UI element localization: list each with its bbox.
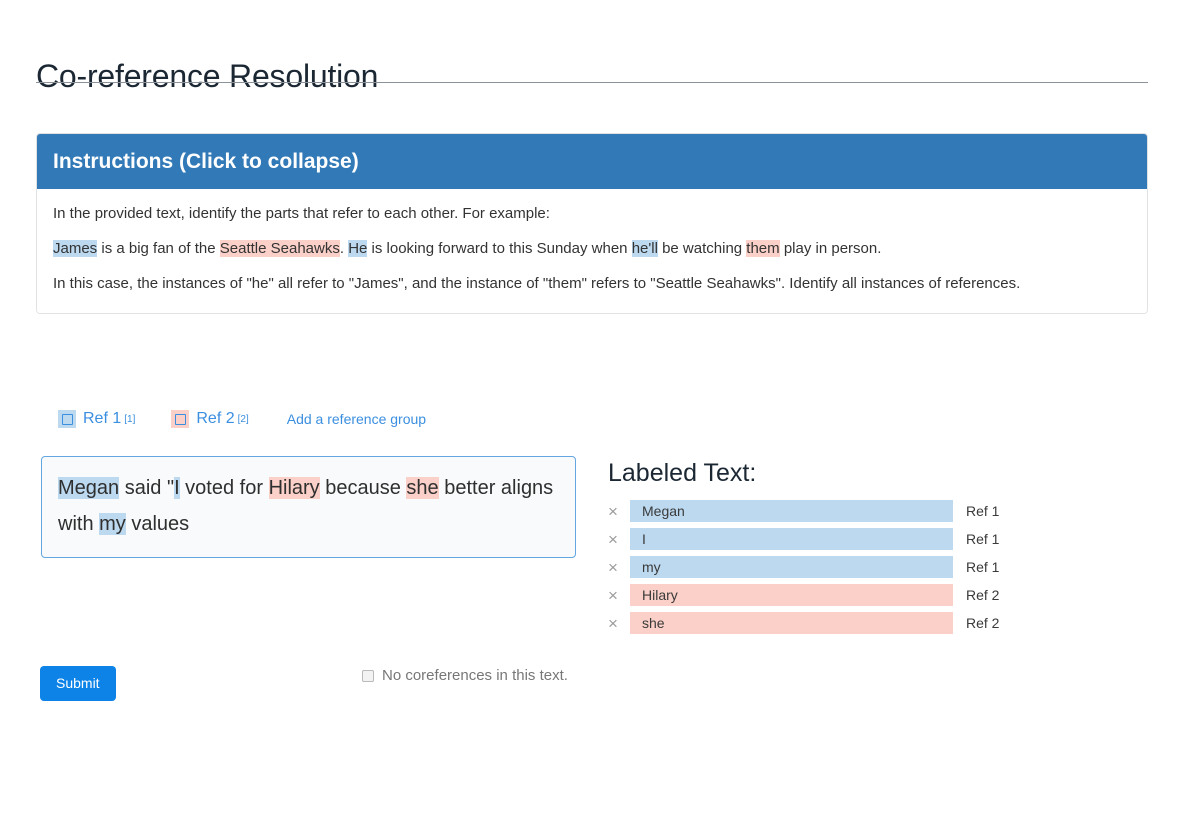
annotation-highlight-blue[interactable]: my <box>99 513 126 536</box>
example-highlight-blue[interactable]: He <box>348 239 368 257</box>
instructions-panel: Instructions (Click to collapse) In the … <box>36 133 1148 315</box>
instructions-conclusion: In this case, the instances of "he" all … <box>53 274 1021 292</box>
remove-label-icon[interactable]: × <box>608 531 630 548</box>
labeled-text-ref: Ref 1 <box>966 531 1000 547</box>
reference-group-1-marker: [1] <box>124 413 136 425</box>
labeled-text-list: × Megan Ref 1 × I Ref 1 × my Ref 1 × Hilary Ref 2 × s… <box>608 500 1038 634</box>
submit-button[interactable]: Submit <box>40 666 116 702</box>
remove-label-icon[interactable]: × <box>608 587 630 604</box>
labeled-text-title: Labeled Text: <box>608 459 757 487</box>
annotation-highlight-blue[interactable]: Megan <box>58 477 120 499</box>
annotation-highlight-pink[interactable]: Hilary <box>268 477 320 499</box>
labeled-text-ref: Ref 2 <box>966 615 1000 631</box>
instructions-intro: In the provided text, identify the parts… <box>53 205 550 223</box>
annotation-text-box[interactable]: Megan said "I voted for Hilary because s… <box>41 456 576 558</box>
labeled-text-row: × Hilary Ref 2 <box>608 584 1038 606</box>
reference-group-1-label: Ref 1 <box>83 410 122 427</box>
instructions-collapse-header[interactable]: Instructions (Click to collapse) <box>37 134 1147 190</box>
labeled-text-ref: Ref 1 <box>966 559 1000 575</box>
labeled-text-ref: Ref 1 <box>966 503 1000 519</box>
labeled-text-value: my <box>630 556 953 578</box>
instructions-example-sentence: James is a big fan of the Seattle Seahaw… <box>53 236 1131 263</box>
reference-group-1-checkbox[interactable] <box>61 413 73 425</box>
reference-group-1-swatch <box>58 410 76 428</box>
example-plain-text: be watching <box>657 239 747 257</box>
no-coreferences-option[interactable]: No coreferences in this text. <box>362 667 568 684</box>
annotation-plain-text: values <box>125 513 190 536</box>
reference-group-selector: Ref 1 [1] Ref 2 [2] Add a reference group <box>58 410 426 428</box>
labeled-text-panel: Labeled Text: × Megan Ref 1 × I Ref 1 × my Ref 1… <box>608 458 1038 640</box>
annotation-highlight-pink[interactable]: she <box>406 477 439 499</box>
reference-group-1[interactable]: Ref 1 [1] <box>58 410 135 428</box>
add-reference-group-link[interactable]: Add a reference group <box>287 411 426 427</box>
example-highlight-pink[interactable]: Seattle Seahawks <box>219 239 340 257</box>
labeled-text-value: Megan <box>630 500 953 522</box>
labeled-text-value: I <box>630 528 953 550</box>
example-highlight-blue[interactable]: he'll <box>631 239 658 257</box>
reference-group-2[interactable]: Ref 2 [2] <box>171 410 249 428</box>
reference-group-2-marker: [2] <box>237 413 249 425</box>
example-plain-text: is looking forward to this Sunday when <box>367 239 632 257</box>
coreference-annotation-page: Co-reference Resolution Instructions (Cl… <box>0 0 1200 830</box>
remove-label-icon[interactable]: × <box>608 503 630 520</box>
remove-label-icon[interactable]: × <box>608 615 630 632</box>
instructions-body: In the provided text, identify the parts… <box>37 189 1147 314</box>
labeled-text-row: × Megan Ref 1 <box>608 500 1038 522</box>
example-highlight-pink[interactable]: them <box>746 239 780 257</box>
labeled-text-value: Hilary <box>630 584 953 606</box>
page-title: Co-reference Resolution <box>36 58 379 95</box>
labeled-text-ref: Ref 2 <box>966 587 1000 603</box>
example-plain-text: . <box>339 239 349 257</box>
annotation-plain-text: because <box>319 477 407 499</box>
labeled-text-row: × I Ref 1 <box>608 528 1038 550</box>
no-coreferences-checkbox[interactable] <box>362 669 374 682</box>
annotation-plain-text: said " <box>119 477 175 499</box>
labeled-text-value: she <box>630 612 953 634</box>
no-coreferences-label: No coreferences in this text. <box>382 667 568 684</box>
example-plain-text: play in person. <box>779 239 882 257</box>
reference-group-2-label: Ref 2 <box>196 410 235 427</box>
title-divider <box>36 82 1148 83</box>
example-highlight-blue[interactable]: James <box>53 239 98 257</box>
labeled-text-row: × she Ref 2 <box>608 612 1038 634</box>
example-plain-text: is a big fan of the <box>97 239 220 257</box>
reference-group-2-swatch <box>171 410 190 428</box>
remove-label-icon[interactable]: × <box>608 559 630 576</box>
annotation-plain-text: voted for <box>179 477 269 499</box>
labeled-text-row: × my Ref 1 <box>608 556 1038 578</box>
reference-group-2-checkbox[interactable] <box>174 413 186 425</box>
